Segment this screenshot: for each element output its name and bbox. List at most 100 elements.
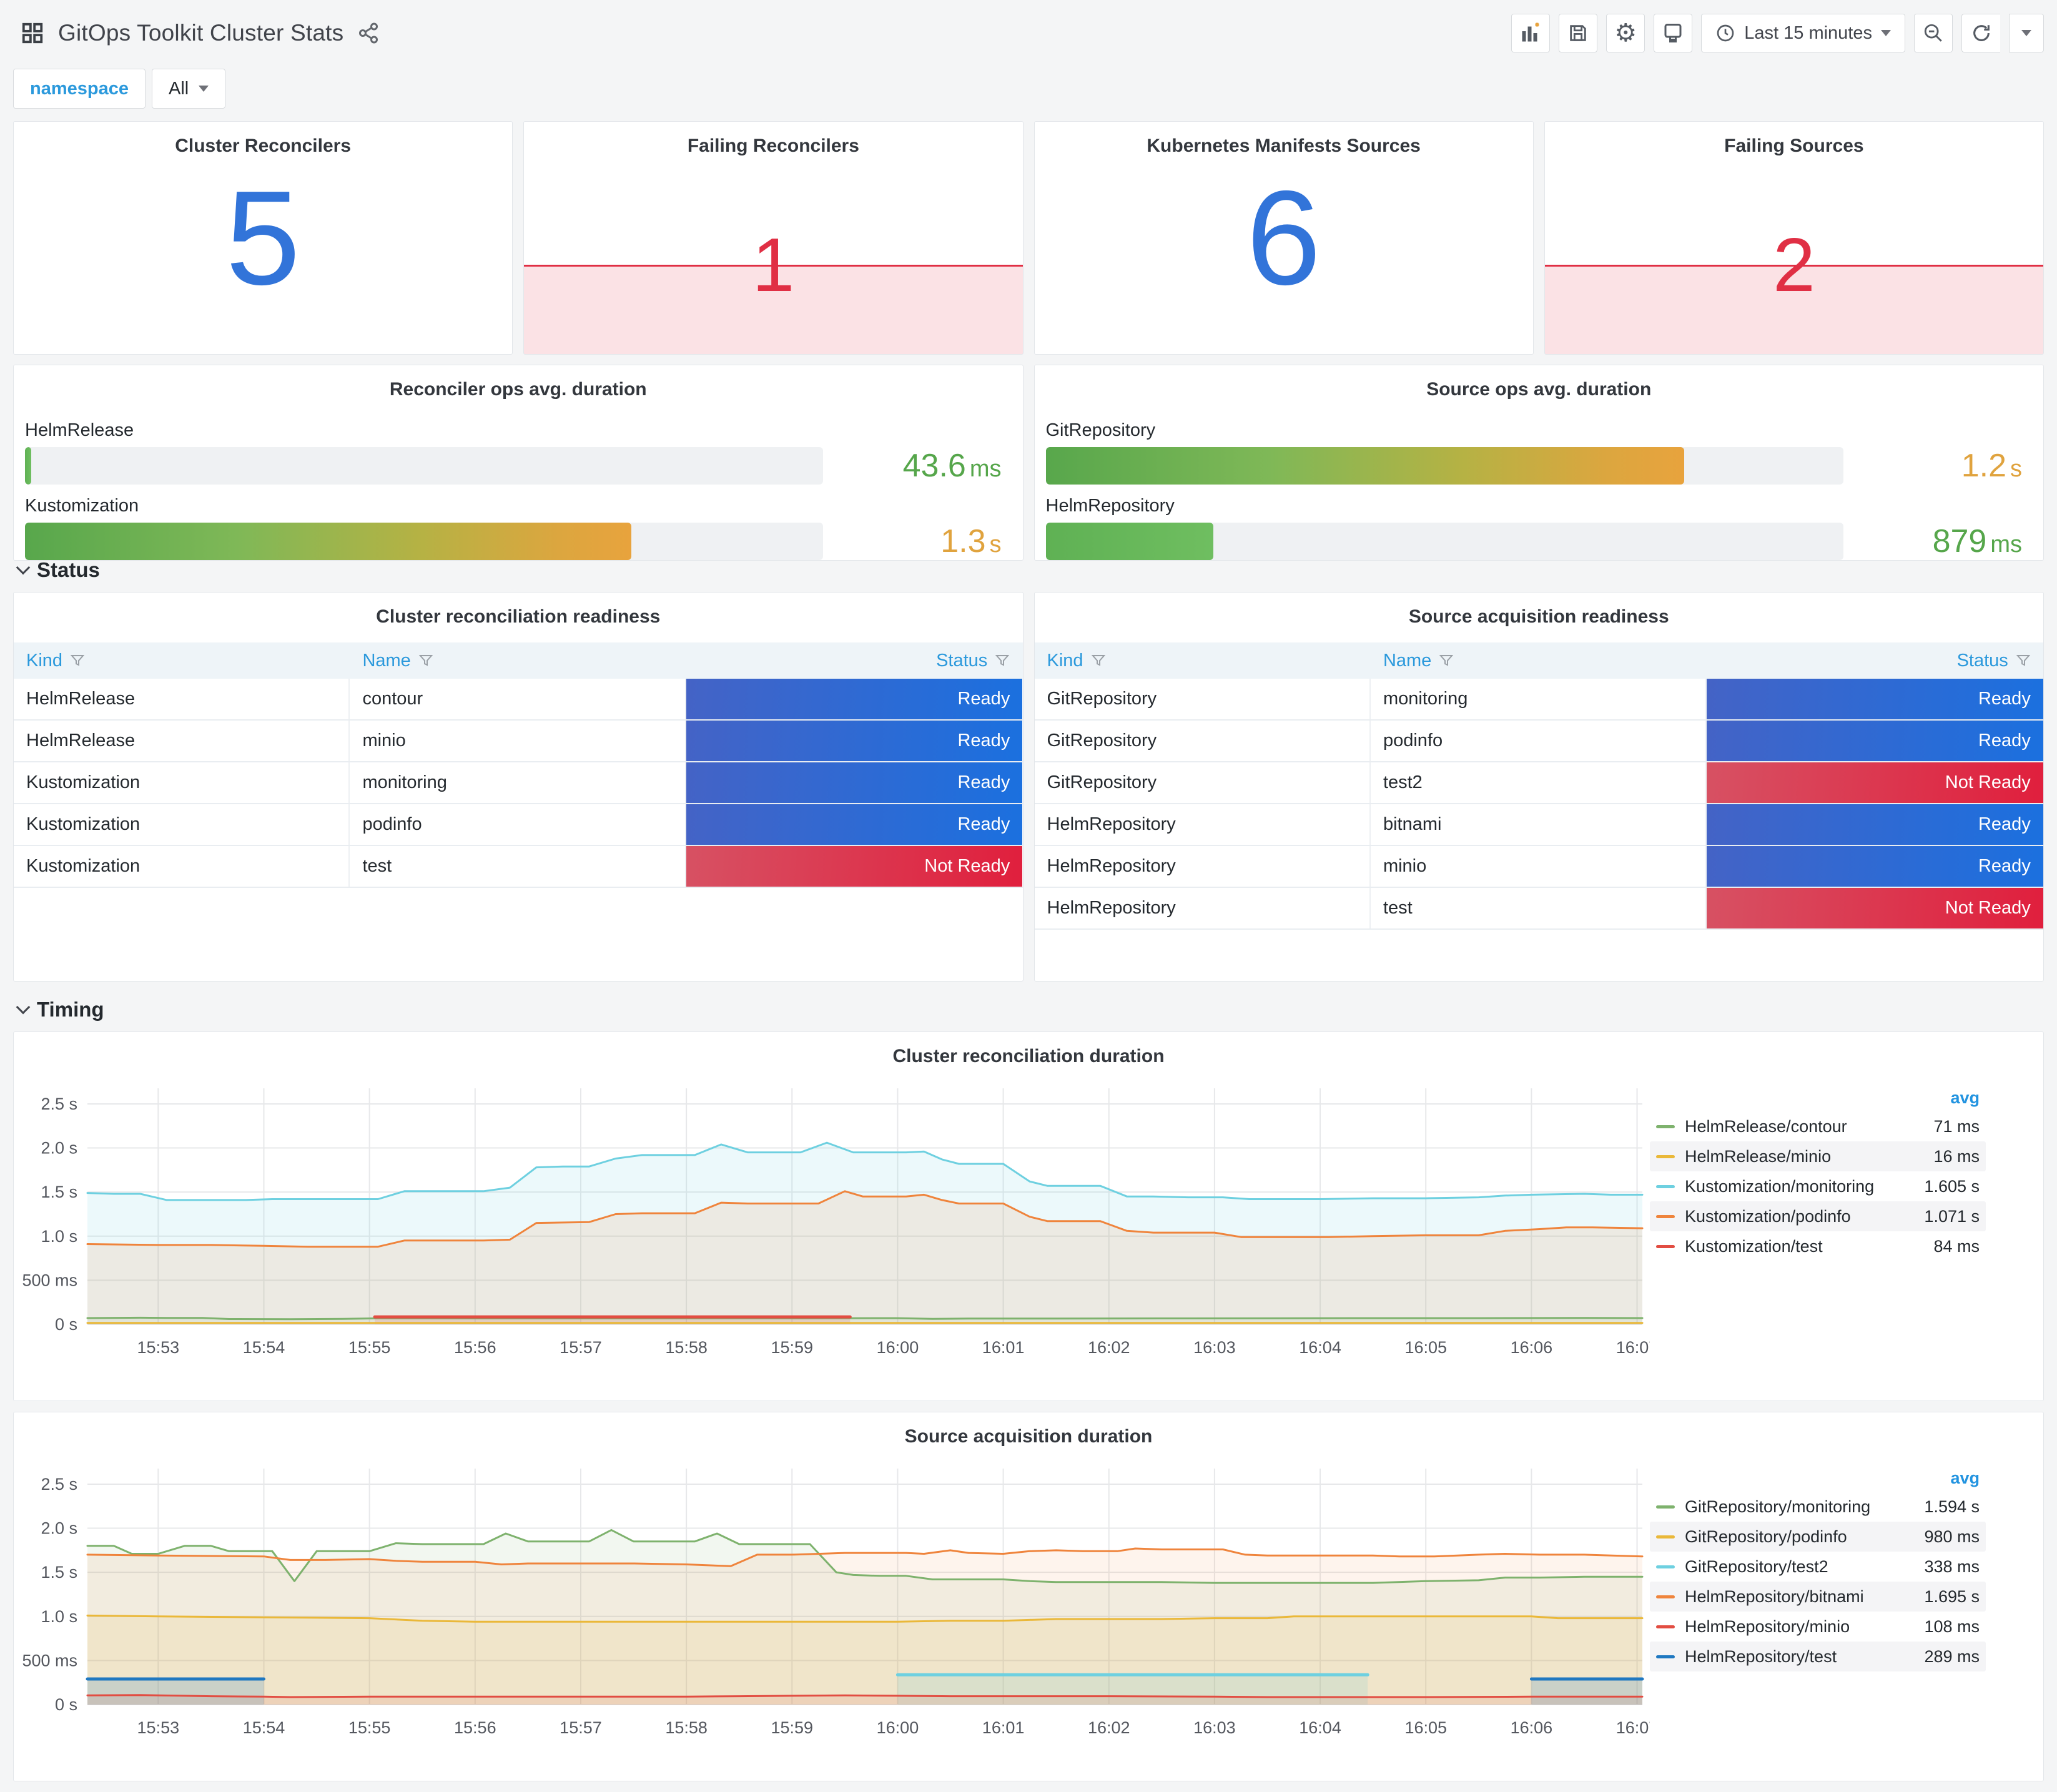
gauge-label: Kustomization bbox=[25, 496, 139, 516]
legend-item[interactable]: HelmRepository/bitnami 1.695 s bbox=[1650, 1582, 1986, 1612]
filter-funnel-icon[interactable] bbox=[418, 653, 433, 668]
stat-value: 2 bbox=[1772, 222, 1815, 307]
save-dashboard-button[interactable] bbox=[1559, 14, 1598, 52]
cycle-view-button[interactable] bbox=[1654, 14, 1693, 52]
variable-namespace-select[interactable]: All bbox=[152, 69, 226, 109]
legend-item[interactable]: Kustomization/test 84 ms bbox=[1650, 1231, 1986, 1261]
legend-avg-header[interactable]: avg bbox=[1650, 1085, 1986, 1111]
panel-title: Failing Reconcilers bbox=[687, 135, 859, 156]
legend-series-name: Kustomization/test bbox=[1685, 1236, 1823, 1256]
svg-text:15:54: 15:54 bbox=[243, 1718, 285, 1737]
gauge-track bbox=[25, 447, 823, 485]
column-header-kind[interactable]: Kind bbox=[14, 651, 350, 671]
legend-item[interactable]: HelmRepository/minio 108 ms bbox=[1650, 1612, 1986, 1642]
cell-name: bitnami bbox=[1371, 804, 1707, 845]
variable-namespace-label[interactable]: namespace bbox=[13, 69, 146, 109]
cell-name: monitoring bbox=[350, 762, 686, 803]
add-panel-button[interactable] bbox=[1511, 14, 1551, 52]
table-panel: Cluster reconciliation readiness Kind Name… bbox=[13, 592, 1024, 982]
table-row: HelmRelease minio Ready bbox=[14, 721, 1023, 762]
column-header-label: Name bbox=[362, 650, 411, 671]
cell-name: monitoring bbox=[1371, 679, 1707, 719]
time-range-picker[interactable]: Last 15 minutes bbox=[1701, 14, 1905, 52]
svg-text:1.0 s: 1.0 s bbox=[41, 1227, 77, 1246]
legend-item[interactable]: HelmRelease/minio 16 ms bbox=[1650, 1141, 1986, 1171]
status-badge: Ready bbox=[1707, 804, 2043, 845]
section-timing[interactable]: Timing bbox=[16, 998, 2044, 1022]
refresh-interval-dropdown[interactable] bbox=[2009, 14, 2044, 52]
panel-title: Failing Sources bbox=[1724, 135, 1864, 156]
svg-text:16:04: 16:04 bbox=[1299, 1338, 1341, 1357]
cell-status: Ready bbox=[1707, 846, 2043, 887]
settings-button[interactable]: ⚙ bbox=[1606, 14, 1645, 52]
charts-area: Cluster reconciliation duration 15:53 15:5… bbox=[13, 1031, 2044, 1781]
legend-item[interactable]: Kustomization/monitoring 1.605 s bbox=[1650, 1171, 1986, 1201]
column-header-name[interactable]: Name bbox=[1371, 651, 1707, 671]
gauge-track bbox=[25, 523, 823, 560]
table-row: GitRepository podinfo Ready bbox=[1034, 721, 2043, 762]
column-header-kind[interactable]: Kind bbox=[1035, 651, 1371, 671]
table-panel: Source acquisition readiness Kind Name Stat… bbox=[1033, 592, 2044, 982]
gauge-line: 1.2 s bbox=[1045, 447, 2031, 485]
cell-kind: GitRepository bbox=[1035, 762, 1371, 803]
status-badge: Ready bbox=[686, 721, 1023, 761]
apps-grid-icon[interactable] bbox=[21, 21, 44, 45]
filter-funnel-icon[interactable] bbox=[995, 653, 1010, 668]
timeseries-plot[interactable]: 15:53 15:54 15:55 15:56 15:57 15:58 15:59 16:00… bbox=[14, 1072, 1658, 1379]
legend-item[interactable]: Kustomization/podinfo 1.071 s bbox=[1650, 1201, 1986, 1231]
legend-item[interactable]: GitRepository/monitoring 1.594 s bbox=[1650, 1492, 1986, 1522]
legend-series-avg: 1.605 s bbox=[1924, 1176, 1980, 1196]
gauge-line: 1.3 s bbox=[25, 523, 1010, 560]
svg-text:16:02: 16:02 bbox=[1088, 1338, 1130, 1357]
gauge-value: 879 ms bbox=[1843, 523, 2031, 560]
panel-title: Cluster reconciliation duration bbox=[892, 1046, 1165, 1066]
legend-item[interactable]: GitRepository/test2 338 ms bbox=[1650, 1552, 1986, 1582]
cell-status: Ready bbox=[686, 762, 1023, 803]
gauge-track bbox=[1045, 447, 1843, 485]
column-header-status[interactable]: Status bbox=[686, 651, 1022, 671]
filter-funnel-icon[interactable] bbox=[1439, 653, 1454, 668]
gauge-fill bbox=[25, 523, 631, 560]
chevron-down-icon bbox=[199, 86, 209, 92]
gauge-label: HelmRepository bbox=[1045, 496, 1175, 516]
svg-text:16:01: 16:01 bbox=[982, 1718, 1025, 1737]
svg-text:15:56: 15:56 bbox=[454, 1338, 496, 1357]
timeseries-plot[interactable]: 15:53 15:54 15:55 15:56 15:57 15:58 15:59 16:00… bbox=[14, 1452, 1658, 1759]
gauge-line: 879 ms bbox=[1045, 523, 2031, 560]
stat-value: 6 bbox=[1246, 162, 1321, 313]
svg-text:2.0 s: 2.0 s bbox=[41, 1519, 77, 1538]
chart-body: 15:53 15:54 15:55 15:56 15:57 15:58 15:59 16:00… bbox=[14, 1067, 2043, 1379]
legend-item[interactable]: HelmRelease/contour 71 ms bbox=[1650, 1111, 1986, 1141]
column-header-name[interactable]: Name bbox=[350, 651, 686, 671]
legend-series-avg: 16 ms bbox=[1933, 1146, 1980, 1166]
gauge-value: 43.6 ms bbox=[823, 447, 1010, 485]
status-badge: Ready bbox=[686, 762, 1023, 803]
svg-text:16:00: 16:00 bbox=[877, 1718, 919, 1737]
section-status-label: Status bbox=[37, 558, 100, 581]
svg-text:15:55: 15:55 bbox=[348, 1718, 391, 1737]
section-status[interactable]: Status bbox=[16, 558, 2044, 582]
cell-name: test bbox=[350, 846, 686, 887]
refresh-button[interactable] bbox=[1961, 14, 2000, 52]
share-icon[interactable] bbox=[357, 22, 380, 44]
gauge-value-unit: s bbox=[989, 531, 1002, 558]
legend-item[interactable]: GitRepository/podinfo 980 ms bbox=[1650, 1522, 1986, 1552]
svg-text:16:01: 16:01 bbox=[982, 1338, 1025, 1357]
legend-avg-header[interactable]: avg bbox=[1650, 1465, 1986, 1492]
gauge-value-number: 43.6 bbox=[902, 448, 966, 484]
column-header-status[interactable]: Status bbox=[1707, 651, 2043, 671]
filter-funnel-icon[interactable] bbox=[70, 653, 85, 668]
panel-title: Cluster reconciliation readiness bbox=[376, 606, 661, 627]
legend-item[interactable]: HelmRepository/test 289 ms bbox=[1650, 1642, 1986, 1671]
legend-series-name: HelmRelease/minio bbox=[1685, 1146, 1832, 1166]
cell-kind: GitRepository bbox=[1035, 679, 1371, 719]
chevron-down-icon bbox=[16, 1000, 31, 1015]
gauge-fill bbox=[1045, 447, 1684, 485]
filter-funnel-icon[interactable] bbox=[2016, 653, 2031, 668]
filter-funnel-icon[interactable] bbox=[1091, 653, 1106, 668]
zoom-out-button[interactable] bbox=[1914, 14, 1953, 52]
cell-status: Ready bbox=[1707, 679, 2043, 719]
cell-status: Ready bbox=[686, 721, 1023, 761]
legend-series-swatch bbox=[1656, 1154, 1675, 1158]
svg-text:15:55: 15:55 bbox=[348, 1338, 391, 1357]
